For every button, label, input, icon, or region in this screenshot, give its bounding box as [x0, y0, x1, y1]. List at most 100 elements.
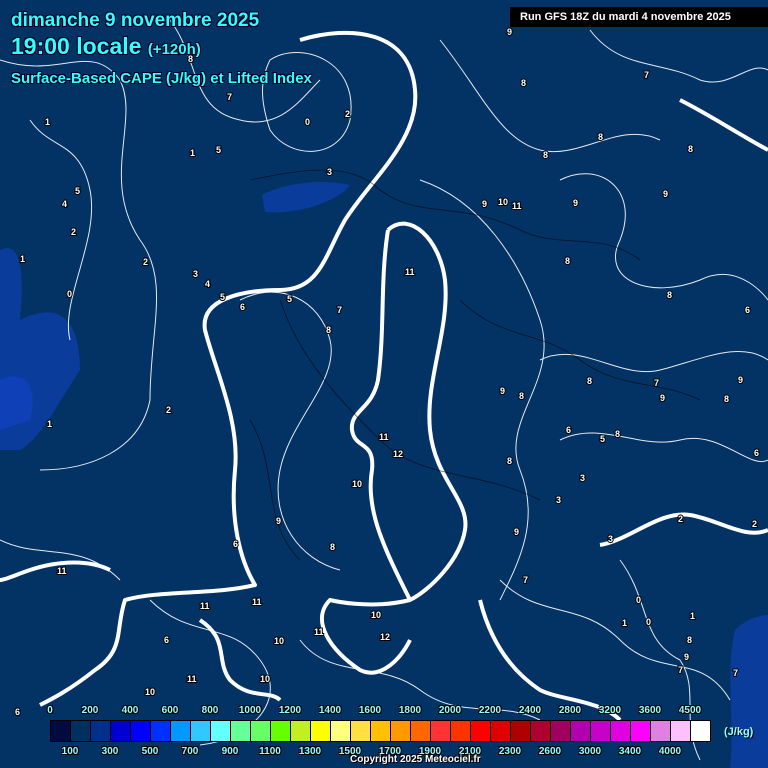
isoline-label: 7 — [337, 305, 342, 315]
legend-label-top: 2000 — [438, 705, 462, 716]
isoline-label: 7 — [654, 378, 659, 388]
legend-swatch — [131, 721, 151, 741]
legend-swatch — [691, 721, 710, 741]
legend-swatch — [111, 721, 131, 741]
legend-label-top: 2800 — [558, 705, 582, 716]
isoline-label: 2 — [143, 257, 148, 267]
legend-swatch — [271, 721, 291, 741]
legend-label-bottom: 2300 — [498, 746, 522, 757]
isoline-label: 11 — [512, 201, 522, 211]
isoline-label: 5 — [75, 186, 80, 196]
legend-swatch — [91, 721, 111, 741]
isoline-label: 6 — [15, 707, 20, 717]
isoline-label: 11 — [379, 432, 389, 442]
legend-swatch — [631, 721, 651, 741]
isoline-label: 7 — [523, 575, 528, 585]
isoline-label: 10 — [274, 636, 284, 646]
legend-swatch — [671, 721, 691, 741]
legend-swatch — [371, 721, 391, 741]
legend-swatch — [251, 721, 271, 741]
legend-label-bottom: 700 — [181, 746, 199, 757]
legend-label-bottom: 3000 — [578, 746, 602, 757]
legend-swatch — [571, 721, 591, 741]
isoline-label: 7 — [678, 665, 683, 675]
isoline-label: 9 — [738, 375, 743, 385]
legend-swatch — [311, 721, 331, 741]
isoline-label: 0 — [646, 617, 651, 627]
isoline-label: 11 — [200, 601, 210, 611]
isoline-label: 3 — [556, 495, 561, 505]
legend-unit: (J/kg) — [724, 726, 754, 738]
isoline-label: 8 — [688, 144, 693, 154]
legend-label-top: 2200 — [478, 705, 502, 716]
isoline-label: 3 — [193, 269, 198, 279]
isoline-label: 8 — [565, 256, 570, 266]
legend-label-bottom: 2600 — [538, 746, 562, 757]
isoline-label: 2 — [752, 519, 757, 529]
legend-label-top: 2400 — [518, 705, 542, 716]
isoline-label: 11 — [57, 566, 67, 576]
isoline-label: 10 — [145, 687, 155, 697]
legend-swatch — [231, 721, 251, 741]
map-title: Surface-Based CAPE (J/kg) et Lifted Inde… — [11, 70, 312, 87]
color-legend — [50, 720, 711, 742]
legend-swatch — [471, 721, 491, 741]
legend-swatch — [511, 721, 531, 741]
isoline-label: 1 — [690, 611, 695, 621]
legend-swatch — [651, 721, 671, 741]
legend-swatch — [431, 721, 451, 741]
legend-label-bottom: 3400 — [618, 746, 642, 757]
isoline-label: 8 — [521, 78, 526, 88]
cape-map: 1 02387515421 23456578021111210119861111 11… — [0, 19, 768, 768]
legend-swatch — [51, 721, 71, 741]
isoline-label: 9 — [684, 652, 689, 662]
isoline-label: 9 — [573, 198, 578, 208]
legend-label-bottom: 4000 — [658, 746, 682, 757]
isoline-label: 0 — [67, 289, 72, 299]
isoline-label: 1 — [190, 148, 195, 158]
legend-label-top: 1000 — [238, 705, 262, 716]
isoline-label: 2 — [166, 405, 171, 415]
isoline-label: 1 — [47, 419, 52, 429]
legend-swatch — [611, 721, 631, 741]
isoline-label: 6 — [745, 305, 750, 315]
legend-label-bottom: 1300 — [298, 746, 322, 757]
forecast-time: 19:00 locale (+120h) — [11, 33, 201, 60]
legend-label-bottom: 100 — [61, 746, 79, 757]
isoline-label: 9 — [663, 189, 668, 199]
isoline-label: 7 — [227, 92, 232, 102]
isoline-label: 2 — [345, 109, 350, 119]
legend-label-top: 1200 — [278, 705, 302, 716]
isoline-label: 9 — [500, 386, 505, 396]
isoline-label: 11 — [405, 267, 415, 277]
legend-label-top: 200 — [81, 705, 99, 716]
isoline-label: 11 — [252, 597, 262, 607]
run-info: Run GFS 18Z du mardi 4 novembre 2025 — [510, 7, 768, 27]
legend-swatch — [531, 721, 551, 741]
isoline-label: 10 — [498, 197, 508, 207]
legend-label-bottom: 1100 — [259, 746, 281, 757]
isoline-label: 8 — [667, 290, 672, 300]
isoline-label: 0 — [636, 595, 641, 605]
legend-swatch — [451, 721, 471, 741]
isoline-label: 2 — [678, 514, 683, 524]
isoline-label: 12 — [380, 632, 390, 642]
isoline-label: 6 — [240, 302, 245, 312]
isoline-label: 1 — [622, 618, 627, 628]
isoline-label: 6 — [233, 539, 238, 549]
country-borders — [249, 169, 701, 561]
legend-swatch — [411, 721, 431, 741]
legend-label-top: 800 — [201, 705, 219, 716]
isoline-label: 5 — [600, 434, 605, 444]
legend-swatch — [151, 721, 171, 741]
isoline-label: 4 — [205, 279, 210, 289]
isoline-label: 3 — [580, 473, 585, 483]
legend-swatch — [391, 721, 411, 741]
legend-swatch — [291, 721, 311, 741]
lifted-index-zero-lines — [0, 30, 768, 722]
legend-swatch — [71, 721, 91, 741]
isoline-label: 11 — [187, 674, 197, 684]
legend-swatch — [191, 721, 211, 741]
local-time: 19:00 locale — [11, 33, 142, 59]
isoline-label: 8 — [598, 132, 603, 142]
